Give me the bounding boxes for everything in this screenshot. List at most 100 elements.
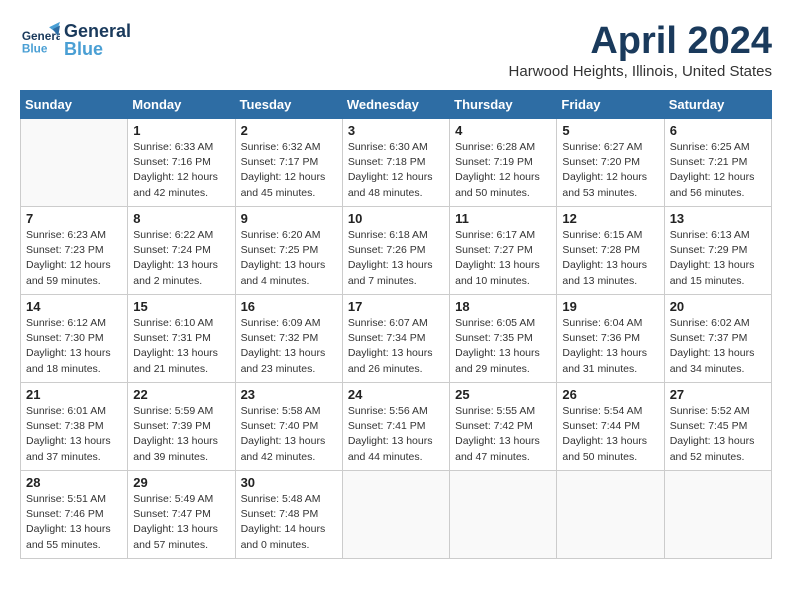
day-info: Sunrise: 6:23 AM Sunset: 7:23 PM Dayligh… <box>26 228 122 289</box>
calendar-cell: 26Sunrise: 5:54 AM Sunset: 7:44 PM Dayli… <box>557 383 664 471</box>
calendar-week-row: 7 Sunrise: 6:23 AM Sunset: 7:23 PM Daylig… <box>21 207 772 295</box>
day-number: 28 <box>26 475 122 490</box>
calendar-table: SundayMondayTuesdayWednesdayThursdayFrid… <box>20 90 772 559</box>
day-number: 26 <box>562 387 658 402</box>
calendar-header-row: SundayMondayTuesdayWednesdayThursdayFrid… <box>21 91 772 119</box>
day-info: Sunrise: 6:15 AM Sunset: 7:28 PM Dayligh… <box>562 228 658 289</box>
calendar-cell: 27 Sunrise: 5:52 AM Sunset: 7:45 PM Dayli… <box>664 383 771 471</box>
day-info: Sunrise: 5:55 AM Sunset: 7:42 PM Dayligh… <box>455 404 551 465</box>
calendar-cell: 11 Sunrise: 6:17 AM Sunset: 7:27 PM Dayli… <box>450 207 557 295</box>
day-info: Sunrise: 6:13 AM Sunset: 7:29 PM Dayligh… <box>670 228 766 289</box>
calendar-cell: 23 Sunrise: 5:58 AM Sunset: 7:40 PM Dayli… <box>235 383 342 471</box>
logo: General Blue General Blue <box>20 20 131 60</box>
calendar-cell: 13 Sunrise: 6:13 AM Sunset: 7:29 PM Dayli… <box>664 207 771 295</box>
day-number: 14 <box>26 299 122 314</box>
title-block: April 2024 Harwood Heights, Illinois, Un… <box>509 20 772 80</box>
calendar-cell: 22Sunrise: 5:59 AM Sunset: 7:39 PM Dayli… <box>128 383 235 471</box>
day-info: Sunrise: 5:49 AM Sunset: 7:47 PM Dayligh… <box>133 492 229 553</box>
day-header-friday: Friday <box>557 91 664 119</box>
calendar-cell: 18 Sunrise: 6:05 AM Sunset: 7:35 PM Dayli… <box>450 295 557 383</box>
day-info: Sunrise: 6:05 AM Sunset: 7:35 PM Dayligh… <box>455 316 551 377</box>
day-number: 18 <box>455 299 551 314</box>
day-number: 4 <box>455 123 551 138</box>
calendar-cell: 28Sunrise: 5:51 AM Sunset: 7:46 PM Dayli… <box>21 471 128 559</box>
day-number: 3 <box>348 123 444 138</box>
day-number: 6 <box>670 123 766 138</box>
calendar-cell: 10 Sunrise: 6:18 AM Sunset: 7:26 PM Dayli… <box>342 207 449 295</box>
day-number: 23 <box>241 387 337 402</box>
day-info: Sunrise: 6:22 AM Sunset: 7:24 PM Dayligh… <box>133 228 229 289</box>
calendar-cell: 9Sunrise: 6:20 AM Sunset: 7:25 PM Daylig… <box>235 207 342 295</box>
day-number: 16 <box>241 299 337 314</box>
day-header-thursday: Thursday <box>450 91 557 119</box>
calendar-cell: 4 Sunrise: 6:28 AM Sunset: 7:19 PM Daylig… <box>450 119 557 207</box>
day-number: 19 <box>562 299 658 314</box>
day-info: Sunrise: 5:58 AM Sunset: 7:40 PM Dayligh… <box>241 404 337 465</box>
day-number: 5 <box>562 123 658 138</box>
logo-label: General Blue <box>64 22 131 58</box>
day-number: 13 <box>670 211 766 226</box>
calendar-cell: 2 Sunrise: 6:32 AM Sunset: 7:17 PM Daylig… <box>235 119 342 207</box>
day-number: 9 <box>241 211 337 226</box>
calendar-cell <box>21 119 128 207</box>
day-number: 20 <box>670 299 766 314</box>
day-number: 29 <box>133 475 229 490</box>
logo-general-text: General <box>64 22 131 40</box>
calendar-cell: 14 Sunrise: 6:12 AM Sunset: 7:30 PM Dayli… <box>21 295 128 383</box>
day-number: 7 <box>26 211 122 226</box>
logo-blue-text: Blue <box>64 40 131 58</box>
calendar-cell: 29 Sunrise: 5:49 AM Sunset: 7:47 PM Dayli… <box>128 471 235 559</box>
calendar-cell: 30 Sunrise: 5:48 AM Sunset: 7:48 PM Dayli… <box>235 471 342 559</box>
day-number: 17 <box>348 299 444 314</box>
calendar-cell: 7 Sunrise: 6:23 AM Sunset: 7:23 PM Daylig… <box>21 207 128 295</box>
calendar-cell: 15 Sunrise: 6:10 AM Sunset: 7:31 PM Dayli… <box>128 295 235 383</box>
day-info: Sunrise: 6:09 AM Sunset: 7:32 PM Dayligh… <box>241 316 337 377</box>
day-header-monday: Monday <box>128 91 235 119</box>
calendar-week-row: 14 Sunrise: 6:12 AM Sunset: 7:30 PM Dayli… <box>21 295 772 383</box>
month-title: April 2024 <box>509 20 772 63</box>
day-number: 10 <box>348 211 444 226</box>
day-info: Sunrise: 5:48 AM Sunset: 7:48 PM Dayligh… <box>241 492 337 553</box>
calendar-cell: 8 Sunrise: 6:22 AM Sunset: 7:24 PM Daylig… <box>128 207 235 295</box>
calendar-cell: 12Sunrise: 6:15 AM Sunset: 7:28 PM Dayli… <box>557 207 664 295</box>
calendar-cell: 24 Sunrise: 5:56 AM Sunset: 7:41 PM Dayli… <box>342 383 449 471</box>
day-info: Sunrise: 6:12 AM Sunset: 7:30 PM Dayligh… <box>26 316 122 377</box>
day-number: 11 <box>455 211 551 226</box>
day-number: 24 <box>348 387 444 402</box>
day-info: Sunrise: 5:56 AM Sunset: 7:41 PM Dayligh… <box>348 404 444 465</box>
calendar-week-row: 1 Sunrise: 6:33 AM Sunset: 7:16 PM Daylig… <box>21 119 772 207</box>
calendar-week-row: 21 Sunrise: 6:01 AM Sunset: 7:38 PM Dayli… <box>21 383 772 471</box>
day-info: Sunrise: 6:27 AM Sunset: 7:20 PM Dayligh… <box>562 140 658 201</box>
calendar-cell: 16 Sunrise: 6:09 AM Sunset: 7:32 PM Dayli… <box>235 295 342 383</box>
calendar-cell: 21 Sunrise: 6:01 AM Sunset: 7:38 PM Dayli… <box>21 383 128 471</box>
day-info: Sunrise: 5:52 AM Sunset: 7:45 PM Dayligh… <box>670 404 766 465</box>
day-number: 1 <box>133 123 229 138</box>
day-header-tuesday: Tuesday <box>235 91 342 119</box>
calendar-cell: 3 Sunrise: 6:30 AM Sunset: 7:18 PM Daylig… <box>342 119 449 207</box>
logo-icon: General Blue <box>20 20 60 60</box>
svg-text:Blue: Blue <box>22 42 48 56</box>
calendar-cell <box>664 471 771 559</box>
day-number: 21 <box>26 387 122 402</box>
day-number: 25 <box>455 387 551 402</box>
day-info: Sunrise: 6:32 AM Sunset: 7:17 PM Dayligh… <box>241 140 337 201</box>
day-number: 8 <box>133 211 229 226</box>
calendar-cell <box>557 471 664 559</box>
day-info: Sunrise: 6:17 AM Sunset: 7:27 PM Dayligh… <box>455 228 551 289</box>
day-number: 15 <box>133 299 229 314</box>
calendar-cell: 19Sunrise: 6:04 AM Sunset: 7:36 PM Dayli… <box>557 295 664 383</box>
location-title: Harwood Heights, Illinois, United States <box>509 63 772 80</box>
day-info: Sunrise: 6:01 AM Sunset: 7:38 PM Dayligh… <box>26 404 122 465</box>
day-info: Sunrise: 6:33 AM Sunset: 7:16 PM Dayligh… <box>133 140 229 201</box>
day-number: 27 <box>670 387 766 402</box>
day-info: Sunrise: 6:10 AM Sunset: 7:31 PM Dayligh… <box>133 316 229 377</box>
day-info: Sunrise: 6:28 AM Sunset: 7:19 PM Dayligh… <box>455 140 551 201</box>
day-info: Sunrise: 6:30 AM Sunset: 7:18 PM Dayligh… <box>348 140 444 201</box>
day-info: Sunrise: 6:25 AM Sunset: 7:21 PM Dayligh… <box>670 140 766 201</box>
day-info: Sunrise: 6:18 AM Sunset: 7:26 PM Dayligh… <box>348 228 444 289</box>
calendar-cell <box>342 471 449 559</box>
day-number: 30 <box>241 475 337 490</box>
day-number: 2 <box>241 123 337 138</box>
day-info: Sunrise: 6:02 AM Sunset: 7:37 PM Dayligh… <box>670 316 766 377</box>
day-info: Sunrise: 6:07 AM Sunset: 7:34 PM Dayligh… <box>348 316 444 377</box>
